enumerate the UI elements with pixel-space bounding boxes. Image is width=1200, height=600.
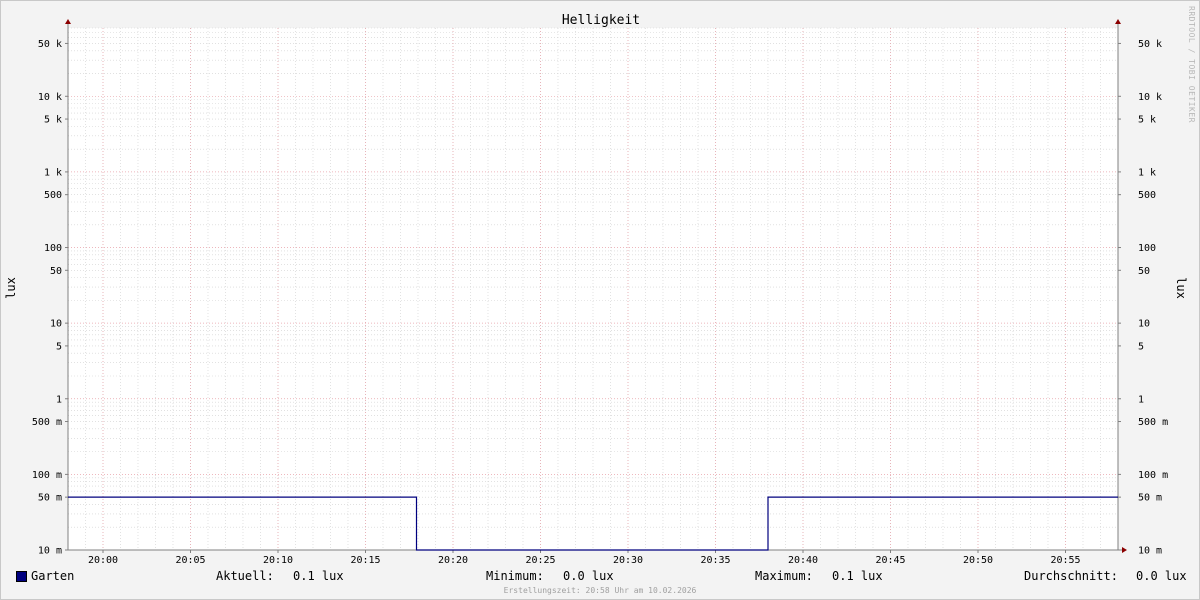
y-tick-label-right: 100 m [1138,470,1168,481]
x-tick-label: 20:30 [613,555,643,566]
x-tick-label: 20:55 [1050,555,1080,566]
y-tick-label-right: 1 [1138,394,1144,405]
y-tick-label-left: 10 [50,319,62,330]
y-tick-label-right: 10 k [1138,92,1162,103]
legend-min-label: Minimum: [486,569,544,583]
chart-title: Helligkeit [562,13,640,28]
chart: 20:00 20:05 20:10 20:15 20:20 20:25 20:30 20:35… [4,13,1188,566]
legend: Garten Aktuell: 0.1 lux Minimum: 0.0 lux… [1,567,1199,585]
legend-avg-value: 0.0 lux [1136,569,1187,583]
y-tick-label-left: 50 k [38,39,62,50]
y-tick-label-left: 500 m [32,417,62,428]
y-tick-label-right: 10 m [1138,546,1162,557]
x-tick-label: 20:35 [700,555,730,566]
x-tick-label: 20:10 [263,555,293,566]
legend-max-label: Maximum: [755,569,813,583]
x-tick-label: 20:20 [438,555,468,566]
y-tick-label-right: 500 m [1138,417,1168,428]
legend-min-value: 0.0 lux [563,569,614,583]
x-tick-label: 20:00 [88,555,118,566]
y-tick-label-left: 10 k [38,92,62,103]
x-tick-label: 20:15 [350,555,380,566]
x-axis-arrow [1122,547,1127,553]
y-tick-label-right: 500 [1138,190,1156,201]
x-tick-label: 20:40 [788,555,818,566]
x-tick-label: 20:25 [525,555,555,566]
y-tick-label-right: 50 k [1138,39,1162,50]
legend-avg-label: Durchschnitt: [1024,569,1118,583]
graph-frame: 20:00 20:05 20:10 20:15 20:20 20:25 20:30 20:35… [0,0,1200,600]
y-axis-label-right: lux [1174,277,1188,299]
y-tick-label-left: 500 [44,190,62,201]
x-tick-label: 20:50 [963,555,993,566]
y-axis-arrow-left [65,19,71,24]
y-tick-label-left: 100 [44,243,62,254]
creation-time-footer: Erstellungszeit: 20:58 Uhr am 10.02.2026 [503,586,697,595]
y-tick-label-left: 10 m [38,546,62,557]
y-tick-label-right: 50 [1138,266,1150,277]
y-tick-label-right: 5 [1138,341,1144,352]
y-tick-label-right: 1 k [1138,167,1156,178]
y-axis-label-left: lux [4,277,18,299]
legend-max-value: 0.1 lux [832,569,883,583]
x-tick-label: 20:05 [175,555,205,566]
rrdtool-watermark: RRDTOOL / TOBI OETIKER [1187,6,1196,123]
x-tick-label: 20:45 [875,555,905,566]
y-tick-label-left: 5 k [44,115,62,126]
y-tick-label-left: 50 m [38,493,62,504]
legend-series-name: Garten [31,569,75,583]
y-axis-arrow-right [1115,19,1121,24]
y-tick-label-right: 10 [1138,319,1150,330]
y-tick-label-left: 100 m [32,470,62,481]
y-tick-label-left: 1 [56,394,62,405]
legend-current-value: 0.1 lux [293,569,344,583]
y-tick-label-left: 1 k [44,167,62,178]
y-tick-label-right: 100 [1138,243,1156,254]
y-tick-label-right: 50 m [1138,493,1162,504]
y-tick-label-left: 5 [56,341,62,352]
legend-current-label: Aktuell: [216,569,274,583]
y-tick-label-right: 5 k [1138,115,1156,126]
y-tick-label-left: 50 [50,266,62,277]
